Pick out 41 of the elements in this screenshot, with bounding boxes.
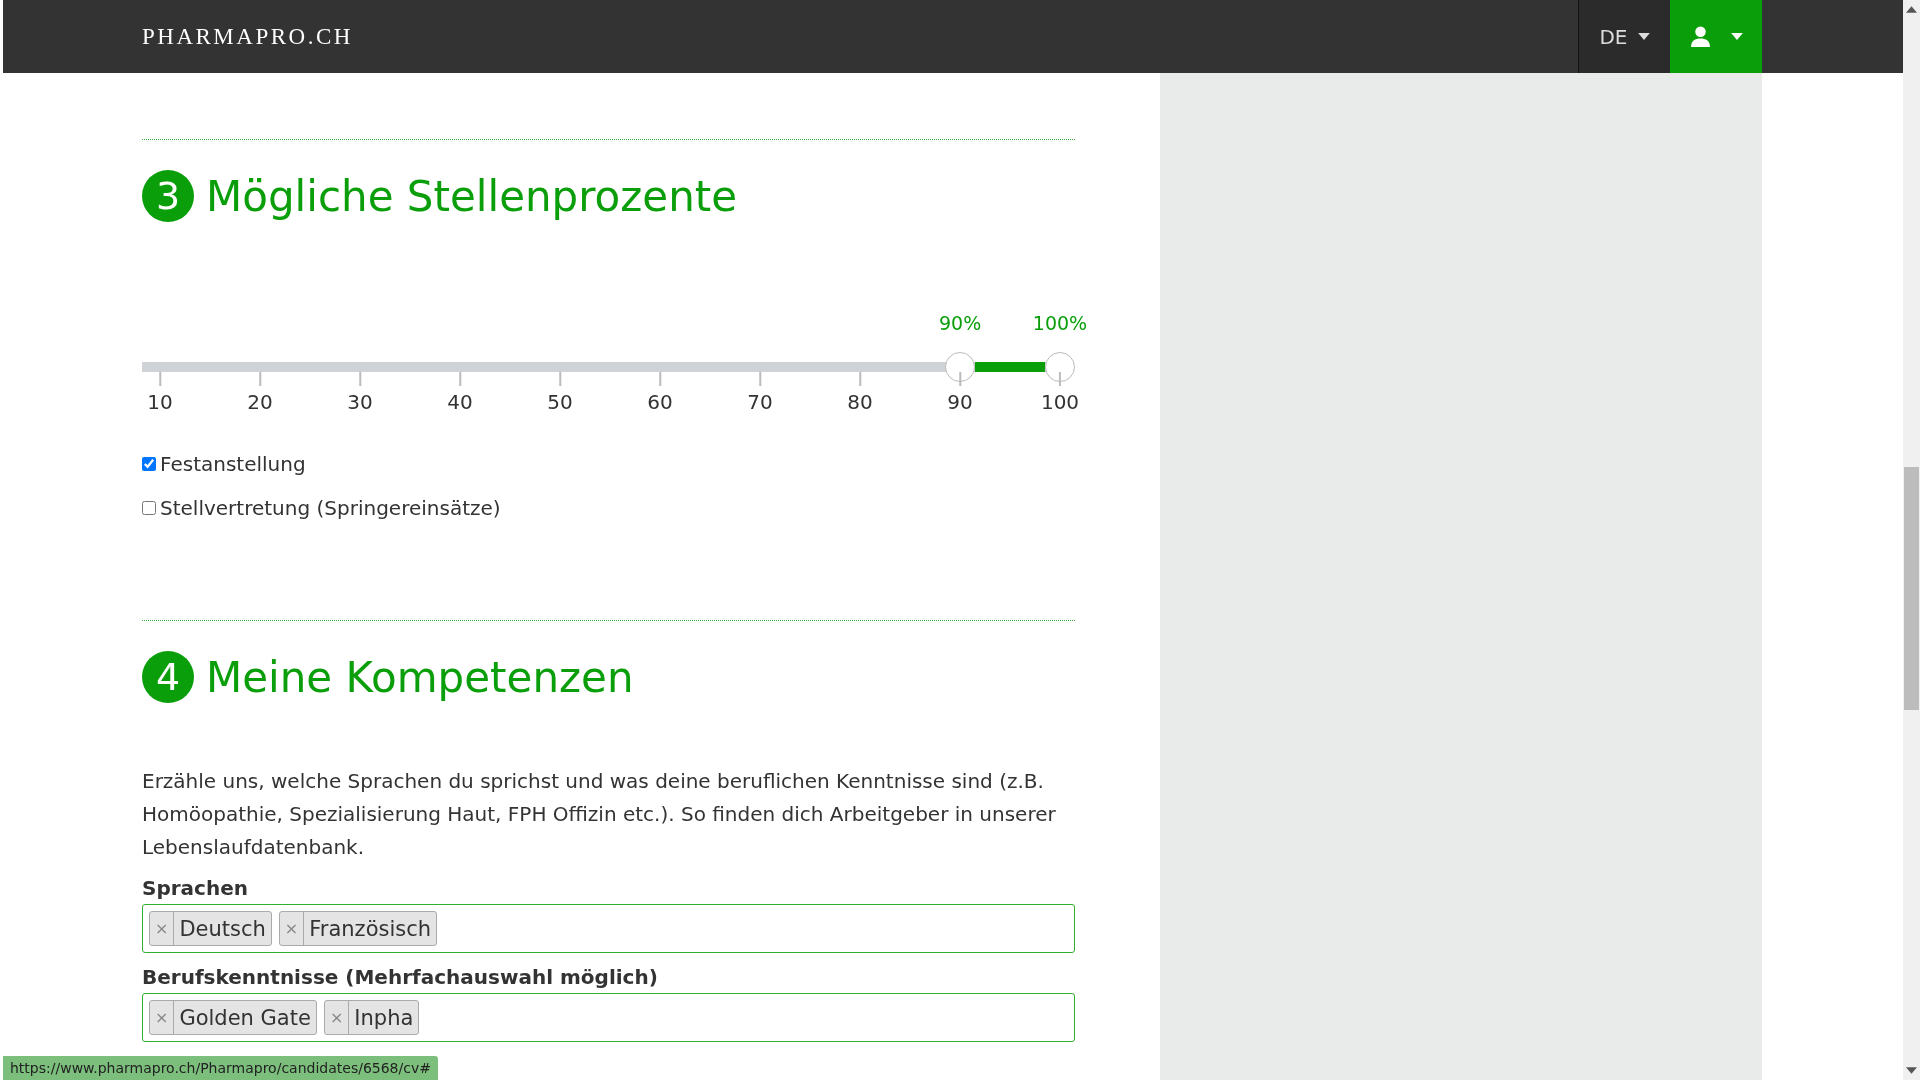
- tick-label: 40: [447, 390, 473, 414]
- checkbox[interactable]: [142, 501, 156, 515]
- step-number: 3: [142, 170, 194, 222]
- language-button[interactable]: DE: [1578, 0, 1670, 73]
- tick-label: 90: [947, 390, 973, 414]
- tick-label: 60: [647, 390, 673, 414]
- slider-handle[interactable]: [1045, 352, 1075, 382]
- tag-label: Deutsch: [178, 915, 267, 943]
- tick-label: 20: [247, 390, 273, 414]
- field-label: Sprachen: [142, 876, 249, 900]
- slider-range: [975, 362, 1045, 372]
- checkbox-label[interactable]: Stellvertretung (Springereinsätze): [160, 496, 501, 520]
- tick-label: 70: [747, 390, 773, 414]
- logo[interactable]: PHARMAPRO.CH: [142, 23, 353, 50]
- tick-label: 10: [147, 390, 173, 414]
- user-menu-button[interactable]: [1670, 0, 1762, 73]
- caret-icon: [1730, 33, 1743, 40]
- tick-label: 80: [847, 390, 873, 414]
- tick-label: 50: [547, 390, 573, 414]
- status-bar-url: https://www.pharmapro.ch/Pharmapro/candidates/6568/cv#: [3, 1056, 438, 1080]
- user-icon: [1689, 26, 1711, 47]
- checkbox[interactable]: [142, 457, 156, 471]
- slider-value: 90%: [939, 312, 982, 334]
- scroll-down-icon[interactable]: [1906, 1067, 1917, 1074]
- section-title: Mögliche Stellenprozente: [206, 171, 738, 221]
- tick-label: 30: [347, 390, 373, 414]
- caret-icon: [1637, 33, 1650, 40]
- step-number: 4: [142, 651, 194, 703]
- checkbox-label[interactable]: Festanstellung: [160, 452, 306, 476]
- intro-text: Erzähle uns, welche Sprachen du sprichst und was deine beruflichen Kenntnisse sind (z.B. Homöopathie, Spezialisierung Haut, FPH Offizin etc.). So finden dich Arbeitgeber in unserer Lebenslaufdatenbank.: [142, 768, 1057, 861]
- slider-handle[interactable]: [945, 352, 976, 382]
- tick-label: 100: [1040, 390, 1080, 414]
- tag-label: Inpha: [353, 1004, 415, 1032]
- scroll-up-icon[interactable]: [1906, 6, 1917, 13]
- scrollbar-thumb[interactable]: [1904, 467, 1919, 710]
- section-title: Meine Kompetenzen: [206, 652, 634, 702]
- tag-label: Golden Gate: [178, 1004, 312, 1032]
- field-label: Berufskenntnisse (Mehrfachauswahl möglich): [142, 965, 659, 989]
- tag-label: Französisch: [308, 915, 433, 943]
- slider-track[interactable]: [142, 352, 1075, 382]
- slider-value: 100%: [1032, 312, 1088, 334]
